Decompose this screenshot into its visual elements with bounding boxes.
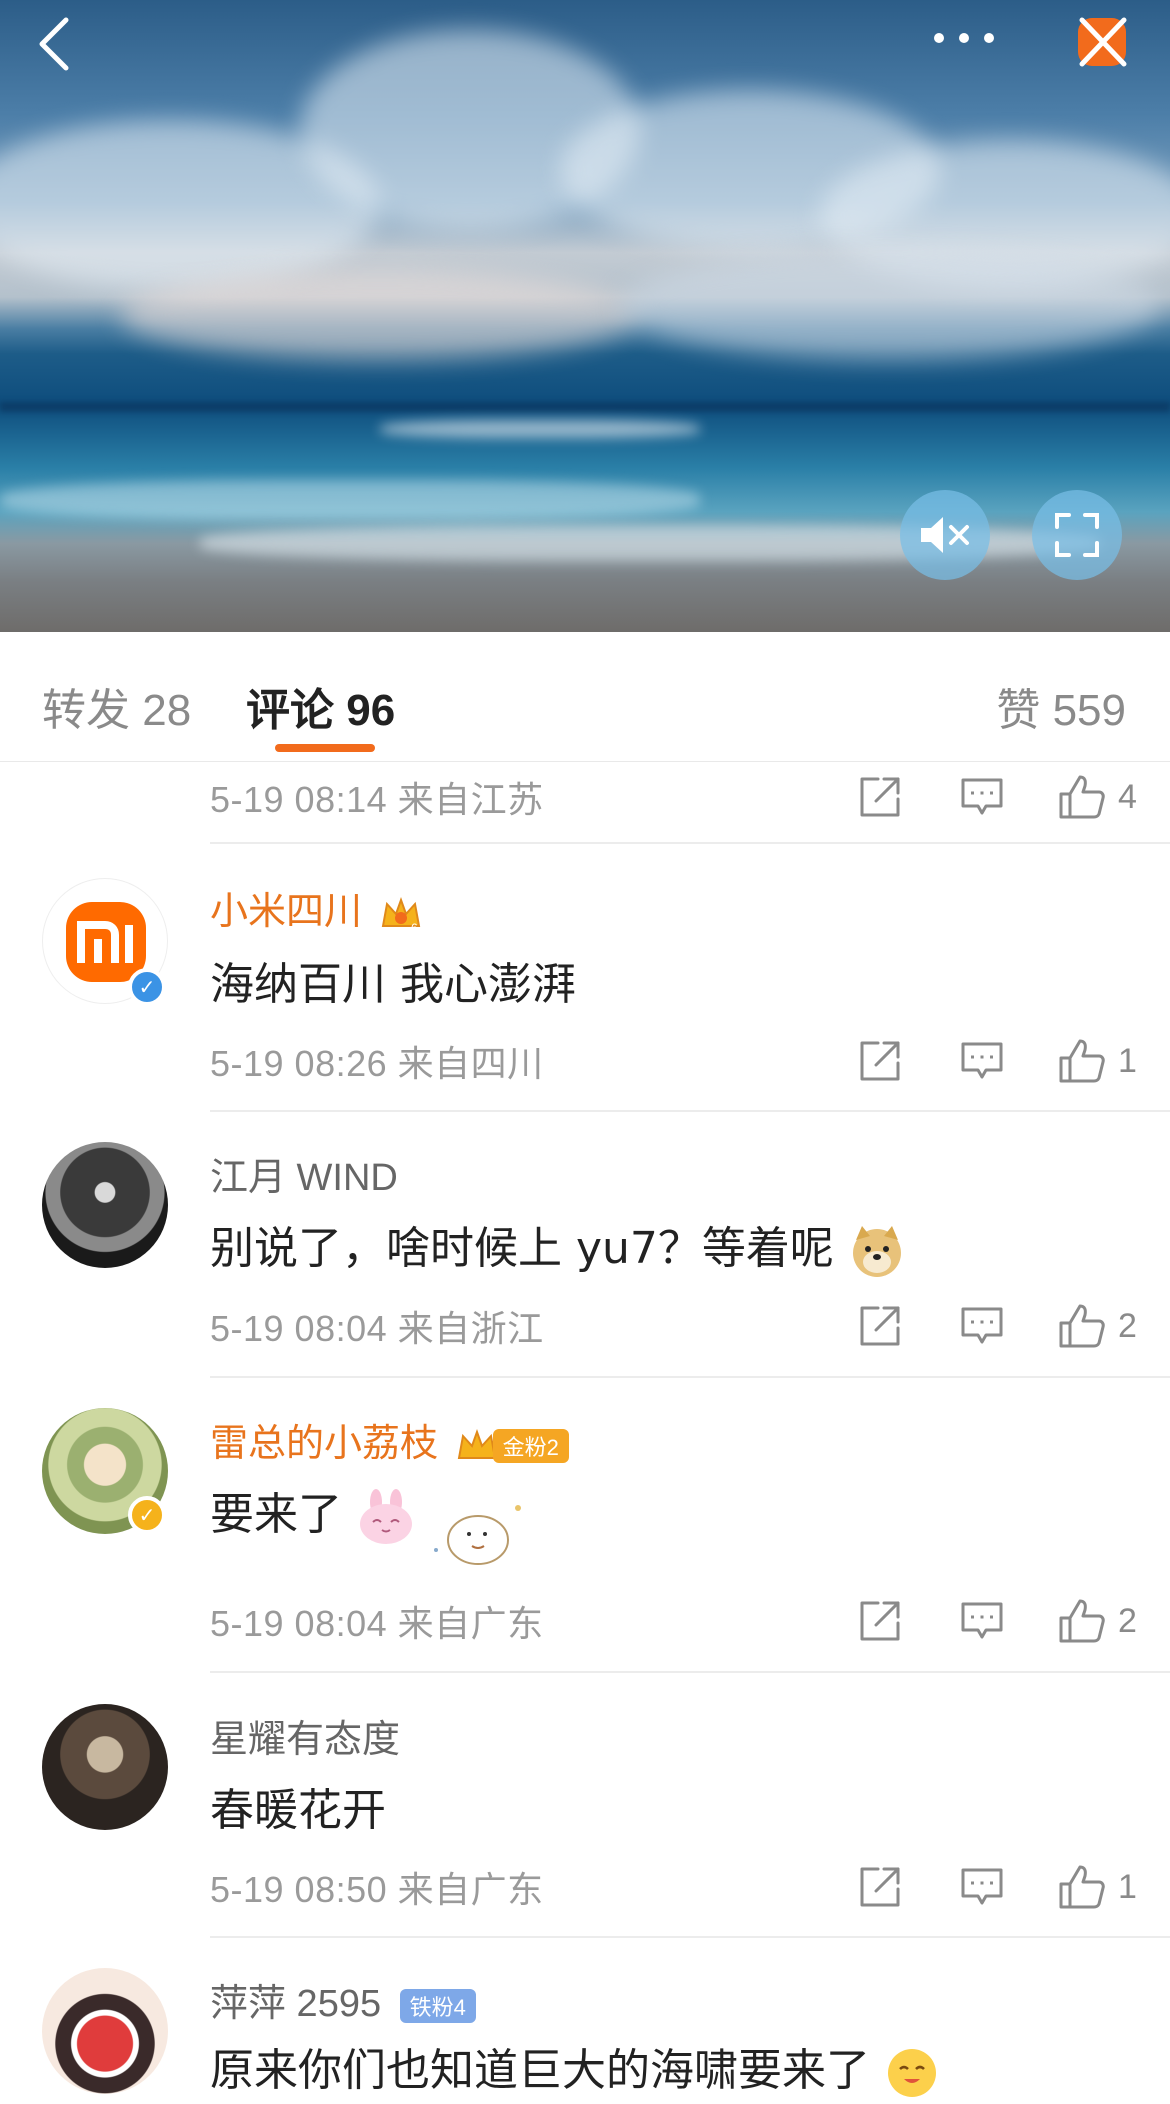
comment-meta-row: 5-19 08:04 来自广东 2 (210, 1586, 1138, 1656)
share-icon[interactable] (854, 771, 906, 823)
like-count: 1 (1118, 1867, 1137, 1906)
reply-icon[interactable] (956, 1300, 1008, 1352)
like-count: 2 (1118, 1601, 1137, 1640)
comment-text: 要来了 (210, 1478, 416, 1546)
thumbs-up-icon (1059, 775, 1105, 819)
divider (210, 842, 1170, 844)
comment-username[interactable]: 雷总的小荔枝 金粉2 (210, 1412, 569, 1467)
divider (210, 1936, 1170, 1938)
comment-meta: 5-19 08:14 来自江苏 (210, 779, 544, 820)
crown-icon: 6 (381, 896, 420, 935)
fullscreen-icon[interactable] (1032, 490, 1122, 580)
cloud (620, 250, 1160, 360)
cloud (120, 270, 640, 360)
like-count: 4 (1118, 777, 1137, 816)
comment-username[interactable]: 江月 WIND (210, 1146, 398, 1201)
comment-username[interactable]: 星耀有态度 (210, 1708, 400, 1763)
reply-icon[interactable] (956, 1861, 1008, 1913)
like-button[interactable]: 2 (1058, 1303, 1138, 1349)
like-button[interactable]: 1 (1058, 1038, 1138, 1084)
verified-badge-icon: ✓ (128, 968, 166, 1006)
like-button[interactable]: 4 (1058, 774, 1138, 820)
back-icon[interactable] (28, 12, 80, 76)
like-button[interactable]: 1 (1058, 1864, 1138, 1910)
comment-meta-row: 5-19 08:14 来自江苏 4 (210, 762, 1138, 832)
bunny-emoji-icon (360, 1489, 412, 1544)
reply-icon[interactable] (956, 1595, 1008, 1647)
thumbs-up-icon (1059, 1865, 1105, 1909)
thumbs-up-icon (1059, 1599, 1105, 1643)
divider (210, 1376, 1170, 1378)
video-player[interactable] (0, 0, 1170, 632)
fan-level-badge: 铁粉4 (399, 1988, 476, 2023)
share-icon[interactable] (854, 1035, 906, 1087)
comment-text: 原来你们也知道巨大的海啸要来了 (210, 2034, 940, 2101)
more-icon[interactable] (928, 14, 1000, 62)
thumbs-up-icon (1059, 1304, 1105, 1348)
comment-text-content: 要来了 (210, 1489, 342, 1540)
tab-reposts[interactable]: 转发 28 (42, 674, 191, 738)
comment-text: 别说了，啥时候上 yu7？等着呢 (210, 1212, 906, 1280)
comment-username[interactable]: 萍萍 2595 铁粉4 (210, 1972, 476, 2027)
comment-meta: 5-19 08:04 来自广东 (210, 1603, 544, 1644)
active-tab-indicator (275, 744, 375, 752)
comment-actions: 4 (854, 762, 1138, 832)
reply-icon[interactable] (956, 771, 1008, 823)
close-icon[interactable] (1070, 10, 1132, 72)
reply-icon[interactable] (956, 1035, 1008, 1087)
tab-bar: 转发 28 评论 96 赞 559 (0, 632, 1170, 762)
comment-text-content: 原来你们也知道巨大的海啸要来了 (210, 2045, 870, 2096)
divider (210, 1110, 1170, 1112)
comment-username[interactable]: 小米四川 6 (210, 880, 423, 936)
like-count: 2 (1118, 1306, 1137, 1345)
doge-emoji-icon (852, 1226, 901, 1277)
comment-meta: 5-19 08:26 来自四川 (210, 1043, 544, 1084)
avatar[interactable] (42, 1704, 168, 1830)
username-text: 小米四川 (210, 891, 363, 933)
comment-meta-row: 5-19 08:04 来自浙江 2 (210, 1291, 1138, 1361)
tab-likes[interactable]: 赞 559 (996, 674, 1126, 738)
comment-meta: 5-19 08:04 来自浙江 (210, 1308, 544, 1349)
yummy-emoji-icon (888, 2049, 936, 2097)
verified-badge-icon: ✓ (128, 1496, 166, 1534)
divider (210, 1671, 1170, 1673)
like-count: 1 (1118, 1041, 1137, 1080)
comment-text-content: 别说了，啥时候上 yu7？等着呢 (210, 1223, 834, 1274)
comment-meta-row: 5-19 08:50 来自广东 1 (210, 1852, 1138, 1922)
comment-actions: 1 (854, 1026, 1138, 1096)
fan-level-badge: 金粉2 (492, 1428, 569, 1463)
username-text: 雷总的小荔枝 (210, 1423, 439, 1465)
wave-foam (380, 420, 700, 438)
share-icon[interactable] (854, 1300, 906, 1352)
comment-actions: 2 (854, 1291, 1138, 1361)
mute-icon[interactable] (900, 490, 990, 580)
comment-actions: 2 (854, 1586, 1138, 1656)
like-button[interactable]: 2 (1058, 1598, 1138, 1644)
avatar[interactable] (42, 1142, 168, 1268)
comment-meta-row: 5-19 08:26 来自四川 1 (210, 1026, 1138, 1096)
wave-foam (0, 480, 700, 520)
comment-meta: 5-19 08:50 来自广东 (210, 1869, 544, 1910)
username-text: 萍萍 2595 (210, 1983, 382, 2025)
crown-icon (457, 1428, 496, 1459)
share-icon[interactable] (854, 1861, 906, 1913)
comment-actions: 1 (854, 1852, 1138, 1922)
avatar[interactable] (42, 1968, 168, 2094)
thumbs-up-icon (1059, 1039, 1105, 1083)
comment-text: 海纳百川 我心澎湃 (210, 959, 576, 1010)
share-icon[interactable] (854, 1595, 906, 1647)
tab-comments[interactable]: 评论 96 (246, 674, 395, 738)
crown-level: 6 (411, 921, 418, 935)
comment-text: 春暖花开 (210, 1785, 386, 1836)
sticker-emoji-icon (434, 1505, 521, 1565)
horizon (0, 402, 1170, 412)
